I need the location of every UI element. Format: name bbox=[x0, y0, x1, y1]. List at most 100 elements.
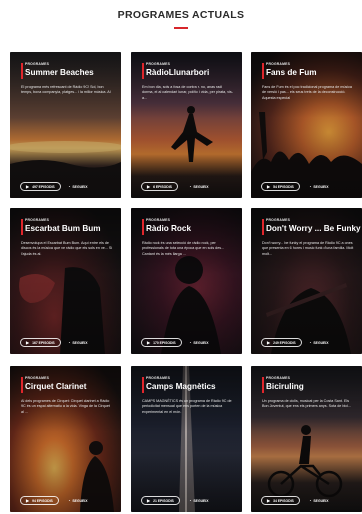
play-icon: ▶ bbox=[26, 184, 30, 189]
title-accent-bar bbox=[142, 63, 144, 79]
program-card[interactable]: PROGRAMES Escarbat Bum Bum Desenvolupa e… bbox=[10, 208, 121, 354]
card-kicker: PROGRAMES bbox=[266, 62, 291, 66]
follow-button[interactable]: ◔ SEGUEIX bbox=[309, 184, 329, 189]
episodes-button[interactable]: ▶ 6 EPISODIS bbox=[141, 182, 178, 191]
program-card[interactable]: PROGRAMES Fans de Fum Fans de Fum és el … bbox=[251, 52, 362, 198]
card-title[interactable]: Camps Magnètics bbox=[146, 382, 238, 391]
card-title[interactable]: RàdioLlunarbori bbox=[146, 68, 238, 77]
program-card[interactable]: PROGRAMES Summer Beaches El programa més… bbox=[10, 52, 121, 198]
program-card[interactable]: PROGRAMES Camps Magnètics CAMPS MAGNÈTIC… bbox=[131, 366, 242, 512]
program-card[interactable]: PROGRAMES Don't Worry ... Be Funky Don't… bbox=[251, 208, 362, 354]
follow-button[interactable]: ◔ SEGUEIX bbox=[68, 498, 88, 503]
play-icon: ▶ bbox=[26, 340, 30, 345]
card-kicker: PROGRAMES bbox=[146, 376, 171, 380]
title-accent-bar bbox=[262, 63, 264, 79]
title-accent-bar bbox=[142, 219, 144, 235]
card-description: Un programa de ciclis, musicat per la Co… bbox=[262, 399, 351, 409]
card-description: Fans de Fum és el poc tradicional progra… bbox=[262, 85, 352, 100]
play-icon: ▶ bbox=[267, 498, 271, 503]
play-icon: ▶ bbox=[147, 498, 151, 503]
rss-icon: ◔ bbox=[309, 184, 312, 189]
episodes-label: 34 EPISODIS bbox=[273, 498, 294, 503]
title-underline bbox=[174, 27, 188, 29]
card-kicker: PROGRAMES bbox=[266, 376, 291, 380]
episodes-label: 54 EPISODIS bbox=[273, 184, 294, 189]
episodes-button[interactable]: ▶ 497 EPISODIS bbox=[20, 182, 61, 191]
title-accent-bar bbox=[142, 377, 144, 393]
rss-icon: ◔ bbox=[68, 498, 71, 503]
rss-icon: ◔ bbox=[189, 498, 192, 503]
follow-label: SEGUEIX bbox=[193, 340, 209, 345]
title-accent-bar bbox=[21, 63, 23, 79]
follow-button[interactable]: ◔ SEGUEIX bbox=[189, 340, 209, 345]
rss-icon: ◔ bbox=[309, 340, 312, 345]
episodes-button[interactable]: ▶ 170 EPISODIS bbox=[141, 338, 182, 347]
program-card[interactable]: PROGRAMES RàdioLlunarbori Em bon dia, so… bbox=[131, 52, 242, 198]
card-description: Al dels programes de Cirquet: Cirquet cl… bbox=[21, 399, 110, 414]
rss-icon: ◔ bbox=[189, 340, 192, 345]
follow-label: SEGUEIX bbox=[72, 498, 88, 503]
episodes-label: 21 EPISODIS bbox=[153, 498, 174, 503]
follow-label: SEGUEIX bbox=[313, 184, 329, 189]
card-title[interactable]: Fans de Fum bbox=[266, 68, 358, 77]
play-icon: ▶ bbox=[267, 340, 271, 345]
card-description: Desenvolupa el Escarbat Bum Bum. Aquí en… bbox=[21, 241, 113, 256]
card-description: Ràdio rock és una selecció de ràdio rock… bbox=[142, 241, 225, 256]
card-title[interactable]: Cirquet Clarinet bbox=[25, 382, 117, 391]
card-kicker: PROGRAMES bbox=[146, 62, 171, 66]
follow-label: SEGUEIX bbox=[313, 498, 329, 503]
follow-button[interactable]: ◔ SEGUEIX bbox=[189, 498, 209, 503]
play-icon: ▶ bbox=[147, 184, 151, 189]
rss-icon: ◔ bbox=[309, 498, 312, 503]
card-kicker: PROGRAMES bbox=[25, 376, 50, 380]
episodes-label: 249 EPISODIS bbox=[273, 340, 296, 345]
episodes-label: 497 EPISODIS bbox=[32, 184, 55, 189]
program-card[interactable]: PROGRAMES Cirquet Clarinet Al dels progr… bbox=[10, 366, 121, 512]
card-kicker: PROGRAMES bbox=[146, 218, 171, 222]
rss-icon: ◔ bbox=[68, 340, 71, 345]
follow-label: SEGUEIX bbox=[193, 498, 209, 503]
rss-icon: ◔ bbox=[68, 184, 71, 189]
rss-icon: ◔ bbox=[189, 184, 192, 189]
section-title: PROGRAMES ACTUALS bbox=[117, 9, 245, 21]
card-kicker: PROGRAMES bbox=[266, 218, 291, 222]
play-icon: ▶ bbox=[147, 340, 151, 345]
follow-label: SEGUEIX bbox=[72, 340, 88, 345]
card-title[interactable]: Ràdio Rock bbox=[146, 224, 238, 233]
card-title[interactable]: Biciruling bbox=[266, 382, 358, 391]
episodes-label: 167 EPISODIS bbox=[32, 340, 55, 345]
episodes-label: 6 EPISODIS bbox=[153, 184, 172, 189]
follow-button[interactable]: ◔ SEGUEIX bbox=[309, 340, 329, 345]
card-kicker: PROGRAMES bbox=[25, 62, 50, 66]
card-title[interactable]: Summer Beaches bbox=[25, 68, 117, 77]
follow-label: SEGUEIX bbox=[193, 184, 209, 189]
follow-label: SEGUEIX bbox=[72, 184, 88, 189]
card-title[interactable]: Escarbat Bum Bum bbox=[25, 224, 117, 233]
title-accent-bar bbox=[262, 377, 264, 393]
card-title[interactable]: Don't Worry ... Be Funky bbox=[266, 224, 361, 233]
play-icon: ▶ bbox=[26, 498, 30, 503]
episodes-label: 94 EPISODIS bbox=[32, 498, 53, 503]
follow-button[interactable]: ◔ SEGUEIX bbox=[189, 184, 209, 189]
episodes-button[interactable]: ▶ 54 EPISODIS bbox=[261, 182, 300, 191]
episodes-button[interactable]: ▶ 94 EPISODIS bbox=[20, 496, 59, 505]
follow-label: SEGUEIX bbox=[313, 340, 329, 345]
episodes-label: 170 EPISODIS bbox=[153, 340, 176, 345]
card-description: Em bon dia, sols a fosa de contra r. no,… bbox=[142, 85, 234, 100]
episodes-button[interactable]: ▶ 34 EPISODIS bbox=[261, 496, 300, 505]
card-description: CAMPS MAGNÈTICS és un programa de Ràdio … bbox=[142, 399, 232, 414]
program-card[interactable]: PROGRAMES Biciruling Un programa de cicl… bbox=[251, 366, 362, 512]
card-description: El programa més refrescant de Ràdio 9C! … bbox=[21, 85, 111, 95]
follow-button[interactable]: ◔ SEGUEIX bbox=[68, 184, 88, 189]
program-card[interactable]: PROGRAMES Ràdio Rock Ràdio rock és una s… bbox=[131, 208, 242, 354]
follow-button[interactable]: ◔ SEGUEIX bbox=[309, 498, 329, 503]
episodes-button[interactable]: ▶ 21 EPISODIS bbox=[141, 496, 180, 505]
episodes-button[interactable]: ▶ 167 EPISODIS bbox=[20, 338, 61, 347]
card-kicker: PROGRAMES bbox=[25, 218, 50, 222]
title-accent-bar bbox=[21, 377, 23, 393]
card-description: Don't worry... be funky el programa de R… bbox=[262, 241, 354, 256]
follow-button[interactable]: ◔ SEGUEIX bbox=[68, 340, 88, 345]
play-icon: ▶ bbox=[267, 184, 271, 189]
episodes-button[interactable]: ▶ 249 EPISODIS bbox=[261, 338, 302, 347]
title-accent-bar bbox=[21, 219, 23, 235]
